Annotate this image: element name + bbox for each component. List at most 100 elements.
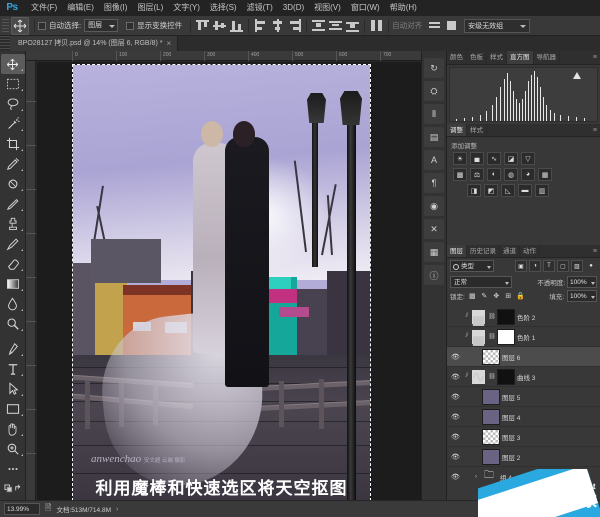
distribute-vertical-center-icon[interactable] bbox=[328, 18, 343, 33]
layer-link-icon[interactable]: ⫽ bbox=[462, 373, 472, 380]
menu-window[interactable]: 窗口(W) bbox=[346, 0, 385, 16]
table-row[interactable]: 👁 图层 6 bbox=[447, 347, 600, 367]
layer-name[interactable]: 图层 6 bbox=[502, 352, 520, 362]
filter-type-layers[interactable]: T bbox=[543, 260, 555, 272]
tab-channels[interactable]: 通道 bbox=[500, 245, 520, 257]
edit-toolbar-icon[interactable] bbox=[1, 459, 25, 479]
layer-visibility-toggle[interactable]: 👁 bbox=[449, 473, 462, 481]
group-folder-icon[interactable]: 🗀 bbox=[480, 469, 498, 483]
layer-link-icon[interactable]: ⫽ bbox=[462, 333, 472, 340]
color-balance-adjustment[interactable]: ⚖ bbox=[470, 168, 484, 181]
layer-list[interactable]: ⫽ ▄ ⛓ 色阶 2 ⫽ ▄ ⛓ 色阶 1 👁 bbox=[447, 307, 600, 482]
tab-color[interactable]: 颜色 bbox=[447, 51, 467, 64]
mask-link-icon[interactable]: ⛓ bbox=[487, 313, 497, 320]
document-info-icon[interactable]: 🗎 bbox=[45, 502, 51, 516]
selective-color-adjustment[interactable]: ▥ bbox=[535, 184, 549, 197]
mask-link-icon[interactable]: ⛓ bbox=[487, 373, 497, 380]
layer-visibility-toggle[interactable]: 👁 bbox=[449, 413, 462, 421]
layer-visibility-toggle[interactable]: 👁 bbox=[449, 453, 462, 461]
brush-tool[interactable] bbox=[1, 194, 25, 214]
panel-menu-icon[interactable]: ≡ bbox=[590, 51, 600, 64]
eyedropper-tool[interactable] bbox=[1, 154, 25, 174]
magic-wand-tool[interactable] bbox=[1, 114, 25, 134]
tab-actions[interactable]: 动作 bbox=[520, 245, 540, 257]
layer-thumbnail[interactable] bbox=[482, 389, 500, 405]
tab-adjustments[interactable]: 调整 bbox=[447, 124, 467, 136]
layer-comps-icon[interactable]: ▤ bbox=[424, 127, 444, 147]
move-tool[interactable] bbox=[1, 54, 25, 74]
clone-stamp-tool[interactable] bbox=[1, 214, 25, 234]
layer-name[interactable]: 组 4 bbox=[500, 472, 512, 482]
align-horizontal-centers-icon[interactable] bbox=[270, 18, 285, 33]
table-row[interactable]: ⫽ ▄ ⛓ 色阶 2 bbox=[447, 307, 600, 327]
horizontal-type-tool[interactable] bbox=[1, 359, 25, 379]
history-states-icon[interactable]: ↻ bbox=[424, 58, 444, 78]
posterize-adjustment[interactable]: ◩ bbox=[484, 184, 498, 197]
auto-align-layers-icon[interactable] bbox=[427, 18, 442, 33]
menu-file[interactable]: 文件(F) bbox=[26, 0, 62, 16]
filter-toggle[interactable]: ● bbox=[585, 260, 597, 272]
uncached-warning-icon[interactable] bbox=[573, 72, 581, 79]
distribute-top-icon[interactable] bbox=[311, 18, 326, 33]
zoom-tool[interactable] bbox=[1, 439, 25, 459]
tab-navigator[interactable]: 导航器 bbox=[534, 51, 561, 64]
brightness-contrast-adjustment[interactable]: ☀ bbox=[453, 152, 467, 165]
lock-position-icon[interactable]: ✥ bbox=[492, 292, 501, 301]
layer-name[interactable]: 图层 3 bbox=[502, 432, 520, 442]
layer-thumbnail[interactable] bbox=[482, 349, 500, 365]
photo-canvas[interactable]: anwenchao 安文超 云端 摄影 利用魔棒和快速选区将天空抠图 bbox=[73, 65, 370, 500]
layer-name[interactable]: 图层 2 bbox=[502, 452, 520, 462]
layer-link-icon[interactable]: ⫽ bbox=[462, 313, 472, 320]
eraser-tool[interactable] bbox=[1, 254, 25, 274]
layer-thumbnail[interactable] bbox=[482, 449, 500, 465]
layer-name[interactable]: 色阶 2 bbox=[517, 312, 535, 322]
align-right-edges-icon[interactable] bbox=[287, 18, 302, 33]
tab-swatches[interactable]: 色板 bbox=[467, 51, 487, 64]
menu-view[interactable]: 视图(V) bbox=[309, 0, 346, 16]
curves-adjustment[interactable]: ∿ bbox=[487, 152, 501, 165]
menu-edit[interactable]: 编辑(E) bbox=[62, 0, 99, 16]
auto-select-scope-dropdown[interactable]: 图层 bbox=[84, 19, 118, 32]
canvas-area[interactable]: 0 100 200 300 400 500 600 700 bbox=[26, 51, 421, 500]
exposure-adjustment[interactable]: ◪ bbox=[504, 152, 518, 165]
history-brush-tool[interactable] bbox=[1, 234, 25, 254]
photo-filter-adjustment[interactable]: ◍ bbox=[504, 168, 518, 181]
filter-adjustment-layers[interactable]: ◑ bbox=[529, 260, 541, 272]
document-tab[interactable]: BPO28127 拷贝.psd @ 14% (图层 6, RGB/8) * × bbox=[10, 36, 178, 51]
filter-smart-objects[interactable]: ▨ bbox=[571, 260, 583, 272]
pen-tool[interactable] bbox=[1, 339, 25, 359]
menu-3d[interactable]: 3D(D) bbox=[278, 0, 309, 16]
menu-layer[interactable]: 图层(L) bbox=[132, 0, 168, 16]
rectangular-marquee-tool[interactable] bbox=[1, 74, 25, 94]
hand-tool[interactable] bbox=[1, 419, 25, 439]
resize-grip[interactable] bbox=[589, 506, 599, 516]
timeline-icon[interactable]: ▦ bbox=[424, 242, 444, 262]
distribute-spacing-icon[interactable] bbox=[369, 18, 384, 33]
brush-presets-icon[interactable]: ◉ bbox=[424, 196, 444, 216]
layer-visibility-toggle[interactable]: 👁 bbox=[449, 433, 462, 441]
show-transform-controls-checkbox[interactable] bbox=[126, 22, 134, 30]
zoom-level-field[interactable]: 13.99% bbox=[4, 503, 40, 515]
crop-tool[interactable] bbox=[1, 134, 25, 154]
filter-shape-layers[interactable]: ▢ bbox=[557, 260, 569, 272]
layer-mask-thumbnail[interactable] bbox=[497, 309, 515, 325]
layer-thumbnail[interactable] bbox=[482, 409, 500, 425]
path-selection-tool[interactable] bbox=[1, 379, 25, 399]
layer-name[interactable]: 图层 4 bbox=[502, 412, 520, 422]
fill-field[interactable]: 100% bbox=[567, 290, 597, 302]
align-top-edges-icon[interactable] bbox=[195, 18, 210, 33]
tab-styles-2[interactable]: 样式 bbox=[467, 124, 487, 136]
adjustments-menu-icon[interactable]: ≡ bbox=[590, 124, 600, 136]
layer-mask-thumbnail[interactable] bbox=[497, 329, 515, 345]
rectangle-tool[interactable] bbox=[1, 399, 25, 419]
tool-presets-icon[interactable]: ✕ bbox=[424, 219, 444, 239]
channel-mixer-adjustment[interactable]: ◕ bbox=[521, 168, 535, 181]
table-row[interactable]: 👁 图层 5 bbox=[447, 387, 600, 407]
layers-menu-icon[interactable]: ≡ bbox=[590, 245, 600, 257]
layer-visibility-toggle[interactable]: 👁 bbox=[449, 373, 462, 381]
align-bottom-edges-icon[interactable] bbox=[229, 18, 244, 33]
gradient-map-adjustment[interactable]: ▬ bbox=[518, 184, 532, 197]
table-row[interactable]: 👁 ⫽ ∿ ⛓ 曲线 3 bbox=[447, 367, 600, 387]
tab-layers[interactable]: 图层 bbox=[447, 245, 467, 257]
layer-name[interactable]: 图层 5 bbox=[502, 392, 520, 402]
